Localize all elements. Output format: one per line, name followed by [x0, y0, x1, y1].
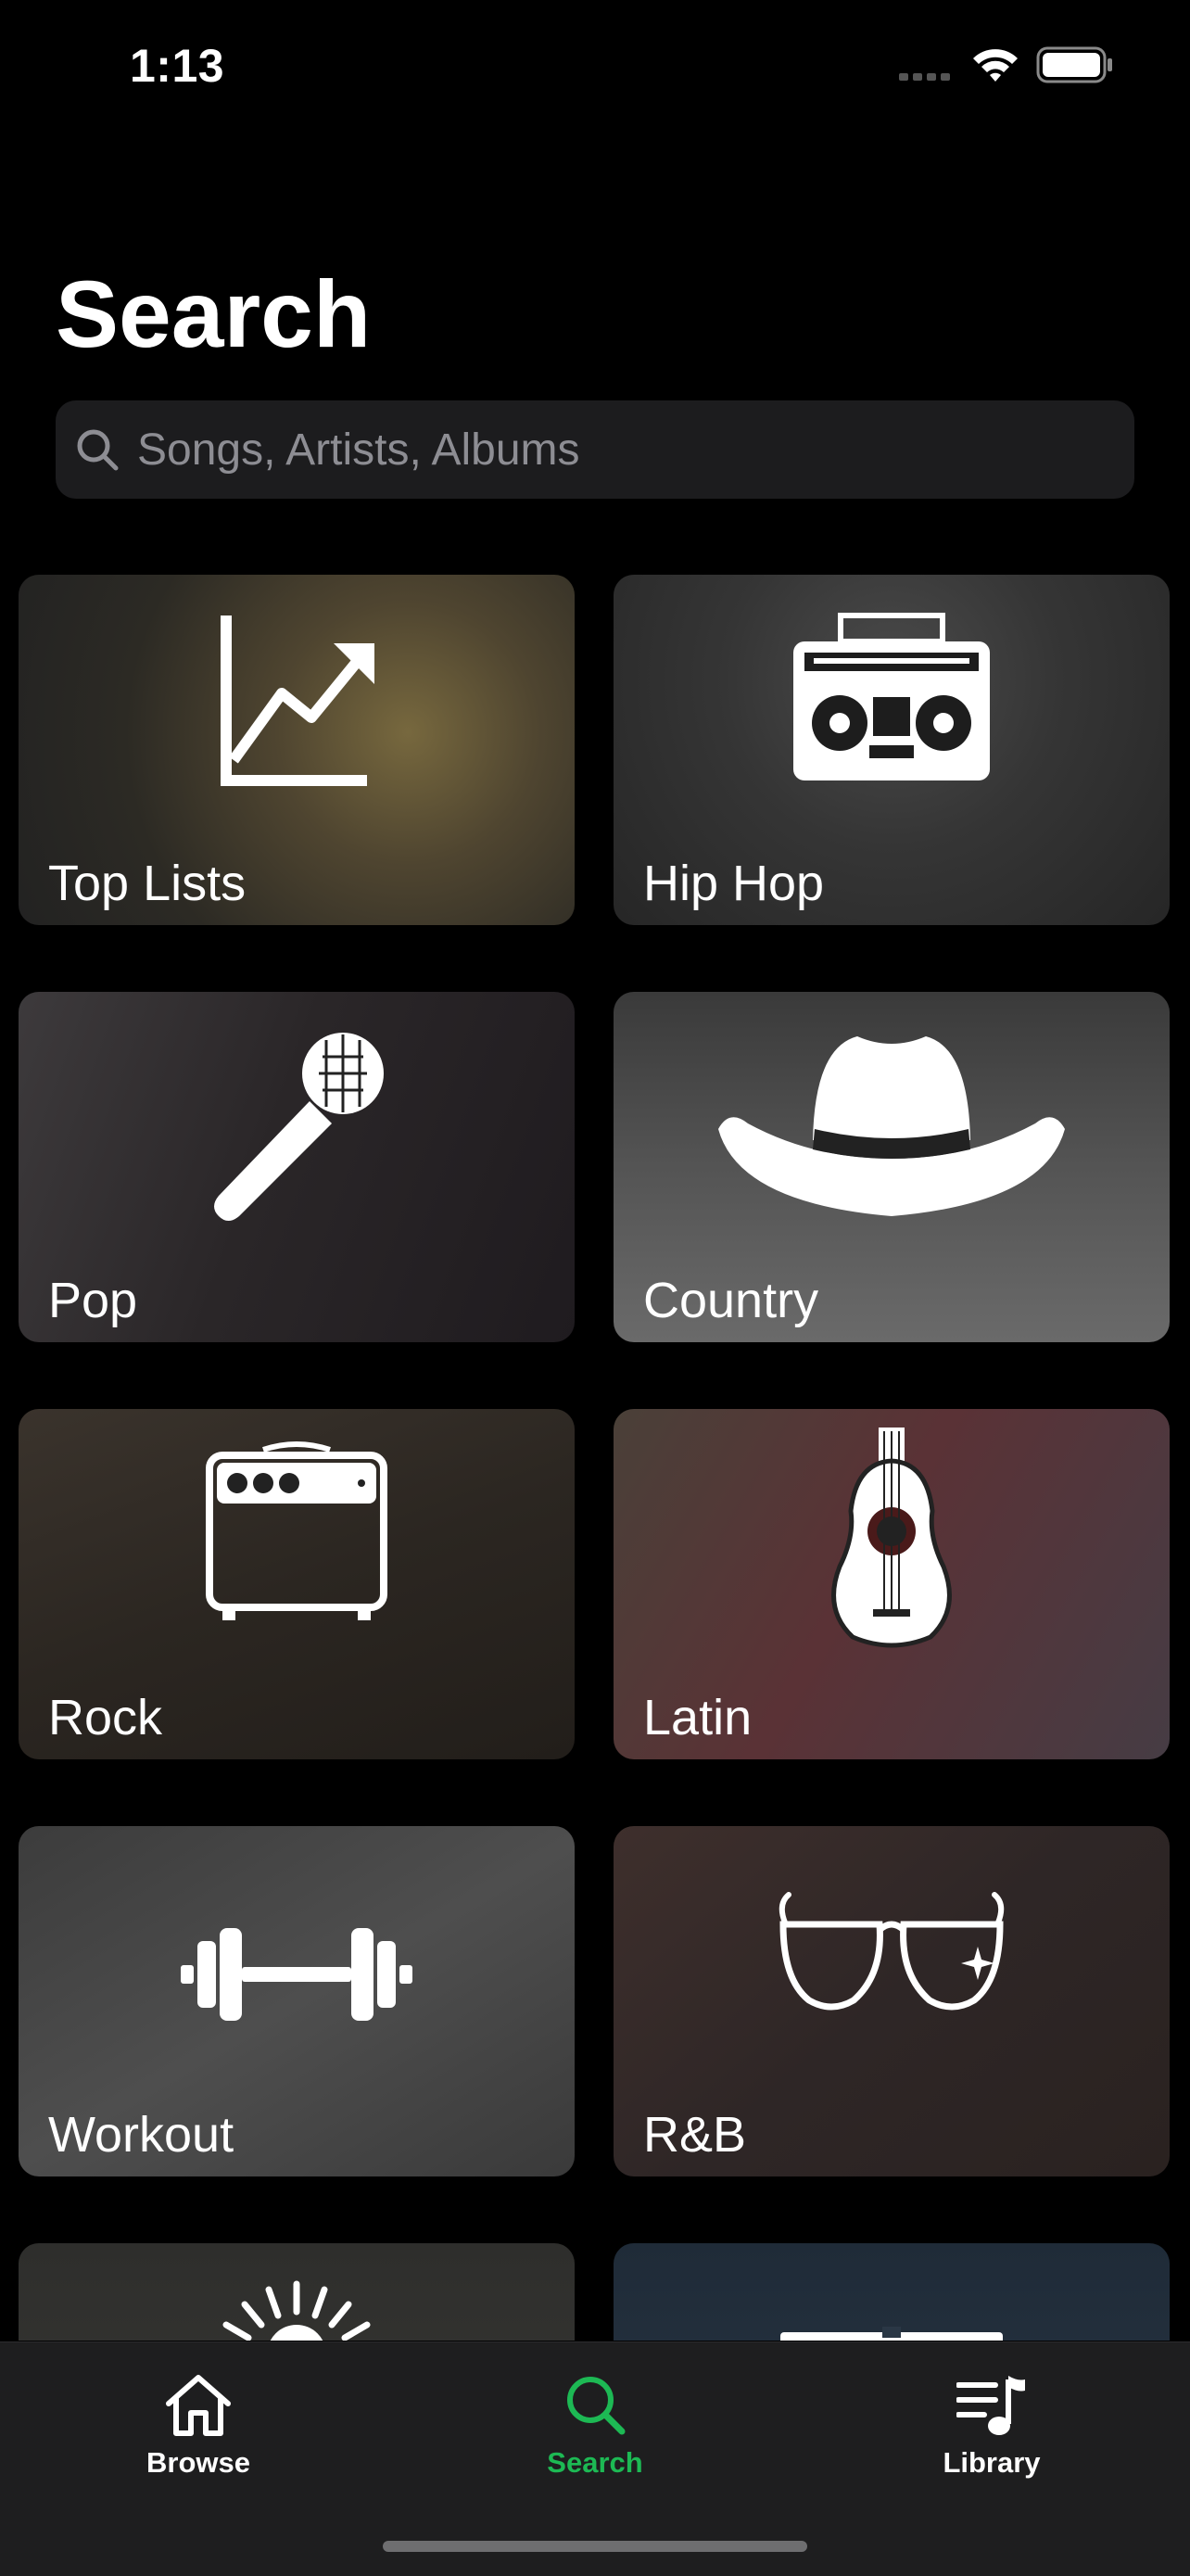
boombox-icon: [793, 613, 990, 780]
wifi-icon: [973, 49, 1018, 82]
search-input[interactable]: [137, 400, 1120, 499]
category-grid: Top Lists Hip Hop Pop Country Rock Latin…: [19, 575, 1171, 2341]
guitar-icon: [831, 1428, 952, 1648]
tab-bar: Browse Search Library: [0, 2341, 1190, 2576]
chart-trend-icon: [221, 615, 374, 786]
status-bar: 1:13: [0, 0, 1190, 139]
category-tile-hip-hop[interactable]: Hip Hop: [614, 575, 1170, 925]
page-title: Search: [56, 261, 372, 367]
music-library-icon: [956, 2376, 1025, 2435]
tab-label: Library: [943, 2446, 1041, 2479]
sunglasses-icon: [779, 1892, 1005, 2011]
home-indicator[interactable]: [383, 2541, 807, 2552]
category-tile-rnb[interactable]: R&B: [614, 1826, 1170, 2176]
home-icon: [166, 2375, 231, 2436]
tab-browse[interactable]: Browse: [106, 2363, 291, 2493]
sun-icon: [222, 2280, 371, 2341]
category-tile-country[interactable]: Country: [614, 992, 1170, 1342]
category-tile-top-lists[interactable]: Top Lists: [19, 575, 575, 925]
search-icon: [77, 429, 119, 471]
battery-icon: [1036, 46, 1112, 83]
status-time: 1:13: [130, 40, 225, 92]
amplifier-icon: [206, 1441, 387, 1620]
category-label: Hip Hop: [643, 856, 825, 911]
search-icon: [567, 2377, 626, 2435]
microphone-icon: [214, 1033, 384, 1221]
category-label: Latin: [643, 1690, 753, 1745]
category-label: R&B: [643, 2107, 747, 2163]
search-bar[interactable]: [56, 400, 1134, 499]
tab-library[interactable]: Library: [899, 2363, 1084, 2493]
category-tile-rock[interactable]: Rock: [19, 1409, 575, 1759]
category-label: Top Lists: [48, 856, 247, 911]
cellular-signal-icon: [899, 73, 950, 81]
tab-search[interactable]: Search: [502, 2363, 688, 2493]
category-tile-latin[interactable]: Latin: [614, 1409, 1170, 1759]
category-tile-workout[interactable]: Workout: [19, 1826, 575, 2176]
cowboy-hat-icon: [718, 1036, 1065, 1216]
category-tile-partial-right[interactable]: [614, 2243, 1170, 2341]
category-tile-pop[interactable]: Pop: [19, 992, 575, 1342]
category-tile-partial-left[interactable]: [19, 2243, 575, 2341]
tab-label: Search: [547, 2446, 643, 2479]
category-label: Pop: [48, 1273, 138, 1328]
category-label: Workout: [48, 2107, 234, 2163]
tab-label: Browse: [146, 2446, 250, 2479]
dumbbell-icon: [181, 1928, 412, 2021]
card-icon: [780, 2327, 1003, 2341]
category-label: Rock: [48, 1690, 163, 1745]
category-label: Country: [643, 1273, 819, 1328]
